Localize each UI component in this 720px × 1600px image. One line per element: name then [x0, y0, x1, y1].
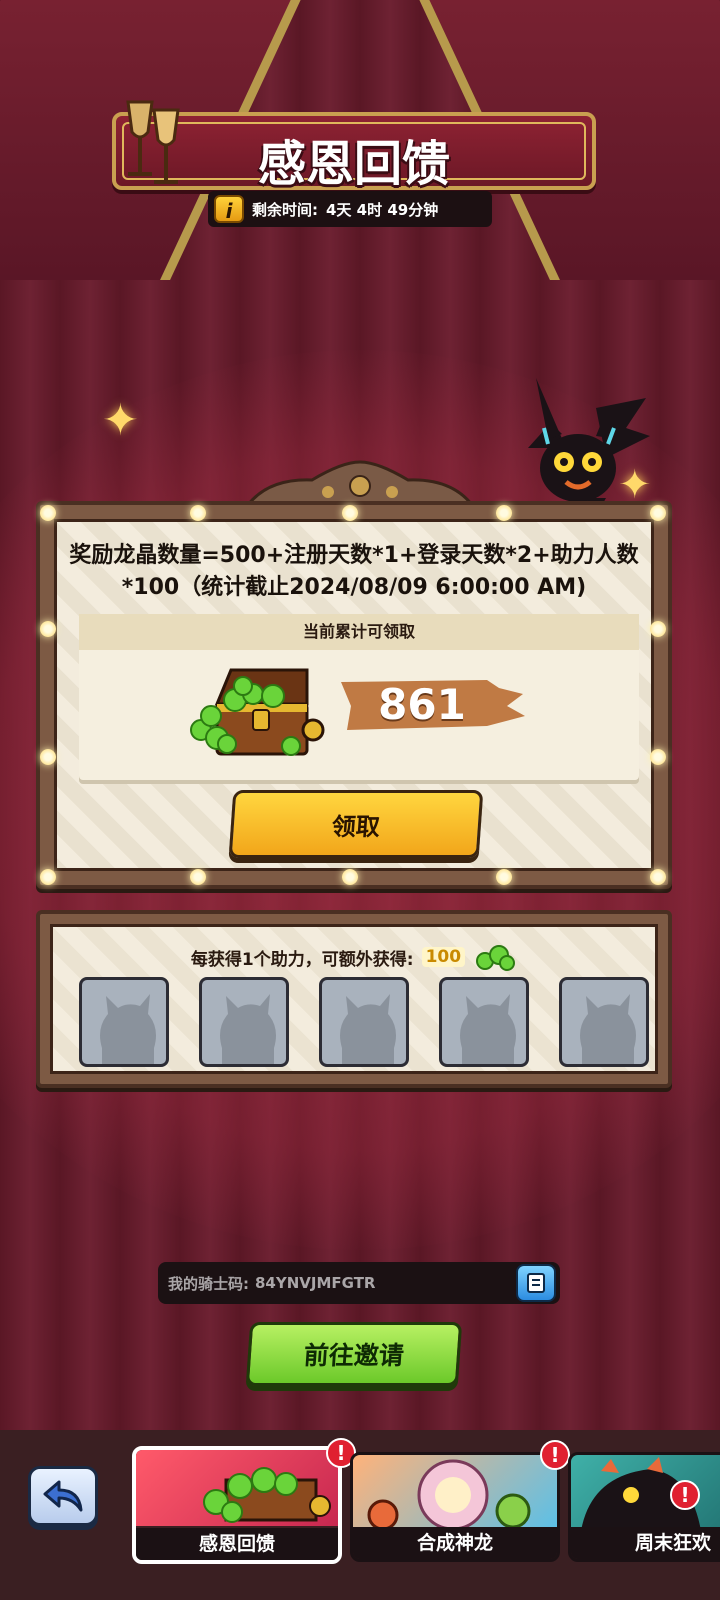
- event-screen: 感恩回馈 i 剩余时间: 4天 4时 49分钟 ✦ ✦ 奖励龙晶数量=500+注…: [0, 0, 720, 1600]
- bulb-light: [342, 505, 358, 521]
- bulb-light: [650, 749, 666, 765]
- helper-slot[interactable]: [559, 977, 649, 1067]
- claim-button[interactable]: 领取: [228, 790, 484, 858]
- helper-bonus-label: 每获得1个助力，可额外获得:: [190, 949, 414, 970]
- helper-panel: 每获得1个助力，可额外获得: 100: [36, 910, 672, 1088]
- reward-formula: 奖励龙晶数量=500+注册天数*1+登录天数*2+助力人数*100（统计截止20…: [69, 543, 639, 600]
- dragon-mascot: [528, 378, 650, 516]
- helper-slots: [79, 977, 649, 1067]
- helper-slot[interactable]: [319, 977, 409, 1067]
- reward-board: 奖励龙晶数量=500+注册天数*1+登录天数*2+助力人数*100（统计截止20…: [36, 501, 672, 889]
- knight-code-bar: 我的骑士码: 84YNVJMFGTR: [158, 1262, 560, 1304]
- bulb-light: [40, 749, 56, 765]
- tab-synthesize-dragon[interactable]: 合成神龙: [350, 1452, 560, 1562]
- bulb-light: [650, 505, 666, 521]
- timer-label: 剩余时间:: [252, 200, 318, 219]
- bulb-light: [190, 505, 206, 521]
- tab-thanksgiving[interactable]: 感恩回馈: [132, 1446, 342, 1564]
- tab-thanksgiving-art: [136, 1450, 338, 1526]
- helper-slot[interactable]: [439, 977, 529, 1067]
- accumulated-scroll: 当前累计可领取 861: [79, 614, 639, 780]
- bulb-light: [496, 869, 512, 885]
- tab-label: 周末狂欢: [571, 1527, 720, 1559]
- copy-button[interactable]: [516, 1264, 556, 1302]
- back-button[interactable]: [28, 1466, 98, 1526]
- champagne-icon: [126, 100, 180, 184]
- amount-band: 861: [337, 676, 527, 734]
- remaining-time: i 剩余时间: 4天 4时 49分钟: [208, 191, 492, 227]
- knight-code-label: 我的骑士码:: [168, 1274, 249, 1293]
- timer-value: 4天 4时 49分钟: [326, 200, 439, 219]
- bulb-light: [40, 505, 56, 521]
- back-arrow-icon: [43, 1480, 83, 1512]
- helper-slot[interactable]: [79, 977, 169, 1067]
- helper-panel-inner: 每获得1个助力，可额外获得: 100: [50, 924, 658, 1074]
- claimable-amount: 861: [378, 680, 466, 729]
- bulb-light: [40, 869, 56, 885]
- alert-icon: !: [540, 1440, 570, 1470]
- bulb-light: [40, 621, 56, 637]
- tab-label: 感恩回馈: [136, 1528, 338, 1560]
- helper-slot[interactable]: [199, 977, 289, 1067]
- bulb-light: [342, 869, 358, 885]
- bulb-light: [650, 869, 666, 885]
- helper-bonus-value: 100: [421, 947, 466, 967]
- accumulated-label: 当前累计可领取: [79, 614, 639, 650]
- bulb-light: [650, 621, 666, 637]
- reward-board-inner: 奖励龙晶数量=500+注册天数*1+登录天数*2+助力人数*100（统计截止20…: [54, 519, 654, 871]
- gem-icon: [476, 945, 516, 971]
- tab-weekend-carnival[interactable]: 周末狂欢: [568, 1452, 720, 1562]
- info-icon[interactable]: i: [214, 195, 244, 223]
- invite-button[interactable]: 前往邀请: [245, 1322, 463, 1386]
- copy-icon: [527, 1273, 545, 1293]
- tab-synthesize-art: [353, 1455, 557, 1531]
- treasure-chest-icon: [190, 668, 325, 756]
- sparkle-icon: ✦: [102, 395, 139, 446]
- tab-label: 合成神龙: [353, 1527, 557, 1559]
- bulb-light: [496, 505, 512, 521]
- knight-code-value: 84YNVJMFGTR: [255, 1274, 376, 1292]
- alert-icon: !: [670, 1480, 700, 1510]
- helper-bonus-row: 每获得1个助力，可额外获得: 100: [53, 943, 655, 971]
- bulb-light: [190, 869, 206, 885]
